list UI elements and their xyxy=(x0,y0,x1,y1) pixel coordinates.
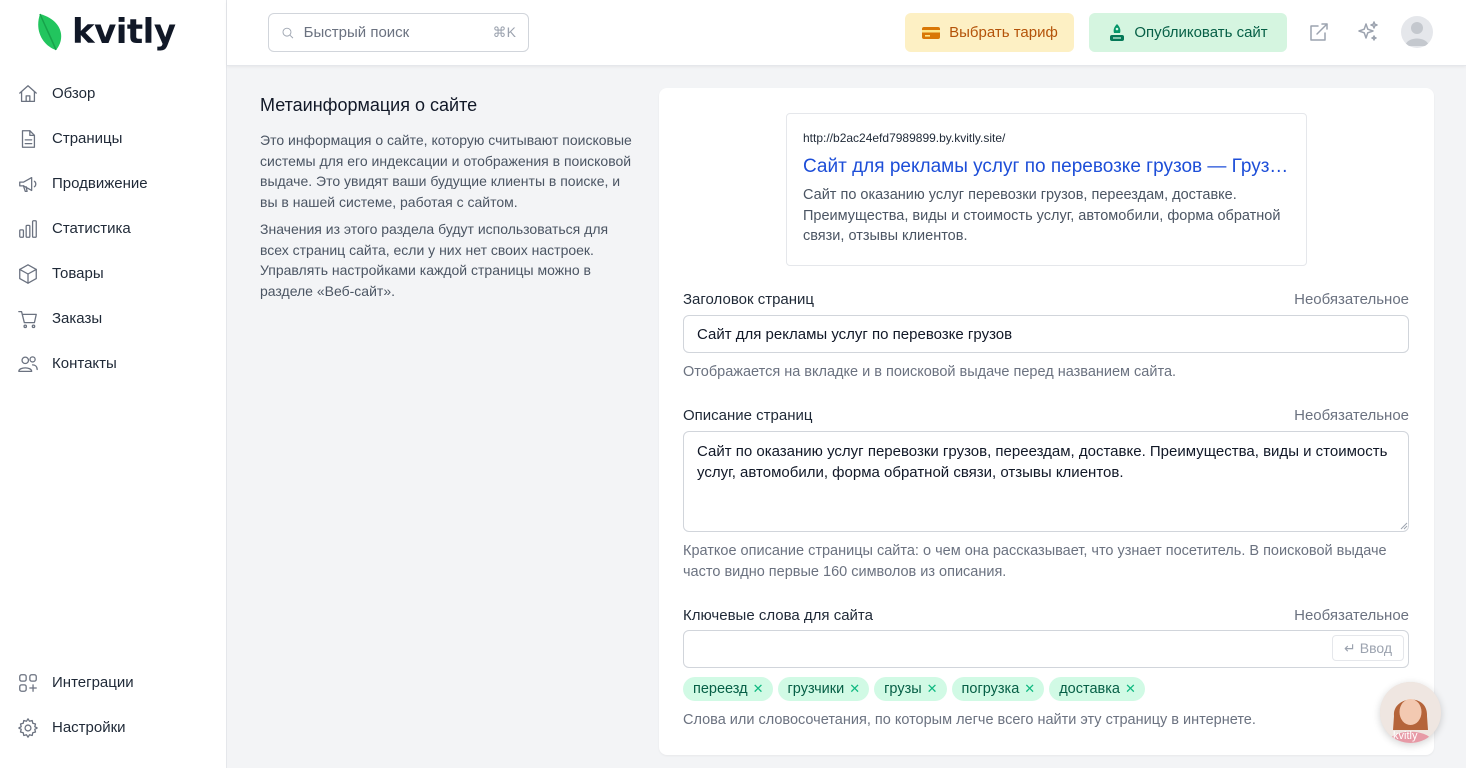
keyword-tag: грузы ✕ xyxy=(874,677,947,701)
section-paragraph-1: Это информация о сайте, которую считываю… xyxy=(260,132,632,210)
external-link-icon[interactable] xyxy=(1307,20,1331,44)
bar-chart-icon xyxy=(19,219,37,238)
sidebar-item-label: Страницы xyxy=(52,130,123,147)
keywords-input[interactable] xyxy=(683,630,1409,668)
cart-icon xyxy=(18,310,37,328)
publish-icon xyxy=(1110,23,1125,41)
meta-section-description: Метаинформация о сайте Это информация о … xyxy=(260,94,632,308)
chat-badge-text: kvitly xyxy=(1393,730,1418,742)
top-header: ⌘K Выбрать тариф Опубликовать сайт xyxy=(227,0,1466,66)
sidebar-item-pages[interactable]: Страницы xyxy=(0,116,226,161)
meta-settings-card: http://b2ac24efd7989899.by.kvitly.site/ … xyxy=(659,88,1434,755)
sidebar-nav: Обзор Страницы Продвижение Статистика То… xyxy=(0,71,226,386)
preview-title: Сайт для рекламы услуг по перевозке груз… xyxy=(803,156,1290,177)
choose-tariff-label: Выбрать тариф xyxy=(949,24,1058,41)
resize-handle-icon[interactable] xyxy=(1400,522,1408,530)
keywords-input-wrap: ↵ Ввод xyxy=(683,630,1409,668)
keyword-tag: погрузка ✕ xyxy=(951,677,1045,701)
page-title-input[interactable] xyxy=(683,315,1409,353)
gear-icon xyxy=(18,717,38,738)
logo-text: kvitly xyxy=(72,12,176,52)
keywords-label: Ключевые слова для сайта xyxy=(683,607,873,624)
search-icon xyxy=(282,27,294,38)
keywords-hint: Слова или словосочетания, по которым лег… xyxy=(683,712,1256,728)
sidebar-item-label: Настройки xyxy=(52,719,126,736)
section-title: Метаинформация о сайте xyxy=(260,95,478,115)
integrations-icon xyxy=(19,673,37,692)
credit-card-icon xyxy=(922,26,941,39)
enter-arrow-icon: ↵ xyxy=(1344,639,1356,656)
sidebar-item-label: Статистика xyxy=(52,220,131,237)
sidebar-item-label: Заказы xyxy=(52,310,103,327)
sidebar-item-orders[interactable]: Заказы xyxy=(0,296,226,341)
page-description-label: Описание страниц xyxy=(683,407,813,424)
remove-tag-icon[interactable]: ✕ xyxy=(753,681,764,697)
keyword-tag-label: погрузка xyxy=(961,681,1020,697)
home-icon xyxy=(19,84,37,102)
keyword-tag-label: грузы xyxy=(884,681,922,697)
user-avatar[interactable] xyxy=(1401,16,1433,48)
page-description-hint: Краткое описание страницы сайта: о чем о… xyxy=(683,543,1387,580)
sidebar: kvitly Обзор Страницы Продвижение Статис… xyxy=(0,0,227,768)
search-result-preview: http://b2ac24efd7989899.by.kvitly.site/ … xyxy=(786,113,1307,266)
section-paragraph-2: Значения из этого раздела будут использо… xyxy=(260,221,609,299)
keyword-tag-label: доставка xyxy=(1059,681,1120,697)
enter-keyword-button[interactable]: ↵ Ввод xyxy=(1332,635,1404,661)
remove-tag-icon[interactable]: ✕ xyxy=(849,681,860,697)
remove-tag-icon[interactable]: ✕ xyxy=(1024,681,1035,697)
optional-label: Необязательное xyxy=(1294,607,1409,624)
ai-sparkle-icon[interactable] xyxy=(1356,20,1380,44)
sidebar-item-products[interactable]: Товары xyxy=(0,251,226,296)
page-title-label: Заголовок страниц xyxy=(683,291,815,308)
optional-label: Необязательное xyxy=(1294,407,1409,424)
support-chat-button[interactable]: kvitly xyxy=(1380,682,1441,743)
preview-url: http://b2ac24efd7989899.by.kvitly.site/ xyxy=(803,131,1006,145)
publish-site-label: Опубликовать сайт xyxy=(1134,24,1268,41)
keyword-tag: грузчики ✕ xyxy=(777,677,870,701)
search-input[interactable] xyxy=(303,24,484,41)
leaf-logo-icon xyxy=(38,13,62,51)
keyword-tag: доставка ✕ xyxy=(1049,677,1145,701)
remove-tag-icon[interactable]: ✕ xyxy=(1125,681,1136,697)
search-box[interactable]: ⌘K xyxy=(268,13,529,52)
sidebar-item-label: Контакты xyxy=(52,355,117,372)
optional-label: Необязательное xyxy=(1294,291,1409,308)
box-icon xyxy=(19,263,37,284)
sidebar-item-label: Товары xyxy=(52,265,104,282)
sidebar-item-label: Интеграции xyxy=(52,674,134,691)
sidebar-item-statistics[interactable]: Статистика xyxy=(0,206,226,251)
page-description-textarea[interactable]: Сайт по оказанию услуг перевозки грузов,… xyxy=(683,431,1409,532)
megaphone-icon xyxy=(19,176,37,192)
sidebar-bottom-nav: Интеграции Настройки xyxy=(0,660,226,750)
user-icon xyxy=(1405,22,1429,46)
keyword-tag-label: грузчики xyxy=(787,681,845,697)
enter-keyword-label: Ввод xyxy=(1359,640,1392,656)
search-shortcut: ⌘K xyxy=(492,24,516,40)
publish-site-button[interactable]: Опубликовать сайт xyxy=(1089,13,1287,52)
page-title-hint: Отображается на вкладке и в поисковой вы… xyxy=(683,364,1177,380)
sidebar-item-label: Продвижение xyxy=(52,175,148,192)
logo[interactable]: kvitly xyxy=(36,12,176,52)
users-icon xyxy=(18,355,38,372)
sidebar-item-integrations[interactable]: Интеграции xyxy=(0,660,226,705)
preview-description: Сайт по оказанию услуг перевозки грузов,… xyxy=(803,187,1281,244)
choose-tariff-button[interactable]: Выбрать тариф xyxy=(905,13,1074,52)
document-icon xyxy=(21,129,36,148)
keyword-tag-label: переезд xyxy=(693,681,748,697)
remove-tag-icon[interactable]: ✕ xyxy=(927,681,938,697)
sidebar-item-promotion[interactable]: Продвижение xyxy=(0,161,226,206)
keyword-tag: переезд ✕ xyxy=(683,677,773,701)
sidebar-item-overview[interactable]: Обзор xyxy=(0,71,226,116)
sidebar-item-contacts[interactable]: Контакты xyxy=(0,341,226,386)
keyword-tags: переезд ✕ грузчики ✕ грузы ✕ погрузка ✕ дост… xyxy=(683,677,1145,701)
sidebar-item-label: Обзор xyxy=(52,85,96,102)
sidebar-item-settings[interactable]: Настройки xyxy=(0,705,226,750)
